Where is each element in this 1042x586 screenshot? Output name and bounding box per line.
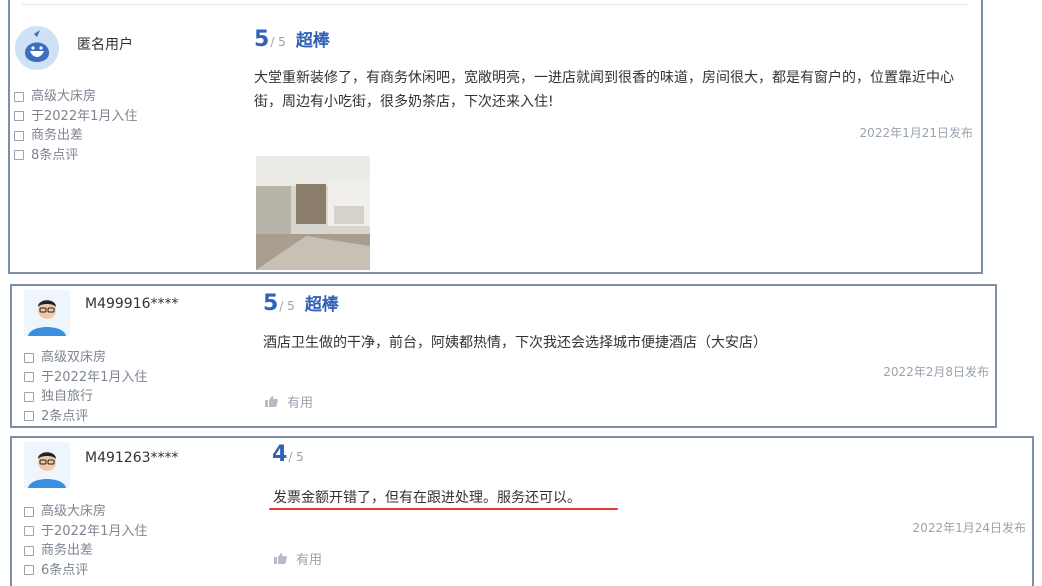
score-value: 5 [263, 291, 279, 316]
score-max: / 5 [288, 450, 304, 464]
trip-type-icon [14, 130, 24, 141]
useful-button[interactable]: 有用 [274, 549, 322, 568]
trip-type: 商务出差 [41, 543, 94, 558]
review-text: 酒店卫生做的干净，前台，阿姨都热情，下次我还会选择城市便捷酒店（大安店） [263, 335, 767, 351]
review-count-icon [24, 565, 34, 576]
calendar-icon [24, 372, 34, 383]
checkin-date: 于2022年1月入住 [41, 523, 148, 539]
review-text: 大堂重新装修了，有商务休闲吧，宽敞明亮，一进店就闻到很香的味道，房间很大，都是有… [254, 70, 954, 110]
publish-date: 2022年1月24日发布 [912, 521, 1026, 535]
bed-icon [24, 352, 34, 363]
user-meta: 高级大床房 于2022年1月入住 商务出差 6条点评 [24, 502, 147, 580]
useful-button[interactable]: 有用 [265, 392, 313, 411]
review-count: 8条点评 [31, 147, 79, 163]
dolphin-avatar [14, 25, 60, 71]
thumbs-up-icon [274, 553, 287, 564]
score-value: 4 [272, 442, 288, 467]
publish-date: 2022年2月8日发布 [883, 365, 989, 379]
review-count-icon [24, 411, 34, 422]
review-count-icon [14, 150, 24, 161]
highlight-underline [269, 508, 618, 510]
review-card-1: 匿名用户 高级大床房 于2022年1月入住 商务出差 8条点评 5 / 5 超棒… [8, 0, 983, 274]
user-name[interactable]: M491263**** [85, 450, 179, 466]
room-type: 高级大床房 [31, 89, 97, 104]
user-meta: 高级双床房 于2022年1月入住 独自旅行 2条点评 [24, 348, 147, 426]
man-avatar [24, 442, 70, 488]
rating-label: 超棒 [304, 295, 339, 315]
review-count: 6条点评 [41, 562, 89, 578]
bed-icon [14, 91, 24, 102]
calendar-icon [14, 111, 24, 122]
publish-date: 2022年1月21日发布 [859, 126, 973, 140]
trip-type: 商务出差 [31, 128, 84, 143]
trip-type-icon [24, 391, 34, 402]
bed-icon [24, 506, 34, 517]
trip-type: 独自旅行 [41, 389, 94, 404]
review-card-3: M491263**** 高级大床房 于2022年1月入住 商务出差 6条点评 4… [10, 436, 1034, 586]
room-type: 高级双床房 [41, 350, 107, 365]
review-photo[interactable] [256, 156, 370, 270]
room-type: 高级大床房 [41, 504, 107, 519]
rating-score: 4 / 5 [272, 442, 304, 467]
useful-label: 有用 [287, 396, 314, 411]
useful-label: 有用 [296, 553, 323, 568]
rating-score: 5 / 5 超棒 [263, 290, 339, 316]
score-value: 5 [254, 27, 270, 52]
score-max: / 5 [270, 35, 286, 49]
user-meta: 高级大床房 于2022年1月入住 商务出差 8条点评 [14, 87, 137, 165]
score-max: / 5 [279, 299, 295, 313]
review-text: 发票金额开错了，但有在跟进处理。服务还可以。 [273, 490, 581, 506]
man-avatar [24, 290, 70, 336]
calendar-icon [24, 526, 34, 537]
review-card-2: M499916**** 高级双床房 于2022年1月入住 独自旅行 2条点评 5… [10, 284, 997, 428]
thumbs-up-icon [265, 396, 278, 407]
user-name[interactable]: 匿名用户 [77, 34, 133, 54]
trip-type-icon [24, 545, 34, 556]
checkin-date: 于2022年1月入住 [31, 108, 138, 124]
rating-label: 超棒 [295, 31, 330, 51]
checkin-date: 于2022年1月入住 [41, 369, 148, 385]
rating-score: 5 / 5 超棒 [254, 26, 330, 52]
review-count: 2条点评 [41, 408, 89, 424]
user-name[interactable]: M499916**** [85, 296, 179, 312]
divider [22, 4, 969, 5]
